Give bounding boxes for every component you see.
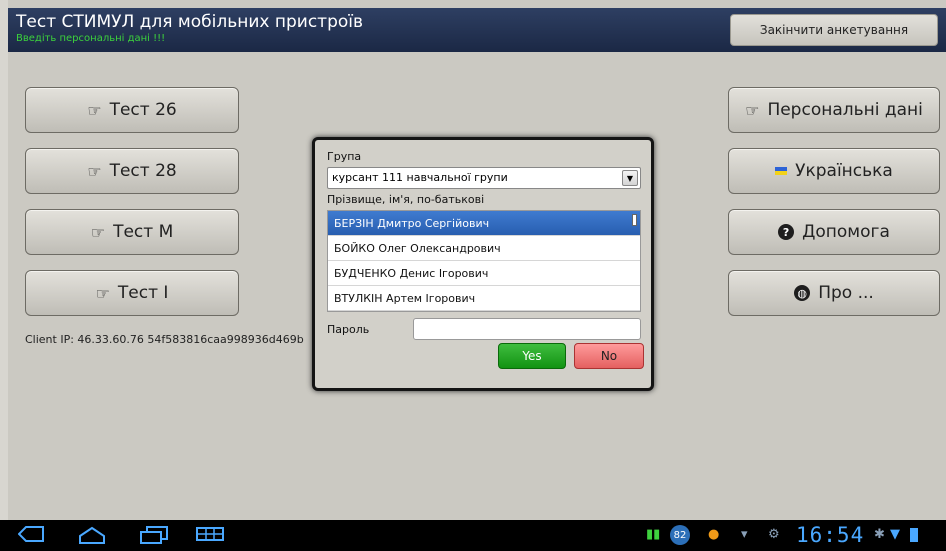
battery-icon [910,528,918,542]
list-scrollbar[interactable] [632,214,637,226]
system-bar: ▮▮ 82 ● ▾ ⚙ 16:54 ✱ ▼ [0,520,946,551]
download-icon[interactable]: ▾ [741,527,748,542]
hand-pointer-icon: ☞ [87,100,102,120]
chevron-down-icon[interactable]: ▼ [622,170,638,186]
home-icon[interactable] [78,526,106,549]
app-subtitle: Введіть персональні дані !!! [16,33,166,44]
help-button[interactable]: ? Допомога [728,209,940,255]
language-button[interactable]: Українська [728,148,940,194]
test-i-button[interactable]: ☞ Тест І [25,270,239,316]
test-28-button[interactable]: ☞ Тест 28 [25,148,239,194]
name-list[interactable]: БЕРЗІН Дмитро Сергійович БОЙКО Олег Олек… [327,210,641,312]
app-title: Тест СТИМУЛ для мобільних пристроїв [16,12,364,32]
personal-data-label: Персональні дані [767,100,923,120]
list-item[interactable]: ВТУЛКІН Артем Ігорович [328,286,640,311]
back-icon[interactable] [17,526,44,547]
personal-data-button[interactable]: ☞ Персональні дані [728,87,940,133]
signal-bars-icon: ▮▮ [646,527,661,542]
language-label: Українська [795,161,893,181]
test-m-label: Тест М [113,222,174,242]
group-label: Група [327,150,362,163]
notification-badge[interactable]: 82 [670,525,690,545]
test-28-label: Тест 28 [109,161,177,181]
clock-text[interactable]: 16:54 [796,523,864,547]
group-select-value: курсант 111 навчальної групи [332,171,508,184]
name-label: Прізвище, ім'я, по-батькові [327,193,485,206]
personal-data-dialog: Група курсант 111 навчальної групи ▼ Прі… [312,137,654,391]
yes-button[interactable]: Yes [498,343,566,369]
group-select[interactable]: курсант 111 навчальної групи ▼ [327,167,641,189]
hand-pointer-icon: ☞ [745,100,760,120]
hand-pointer-icon: ☞ [90,222,106,242]
hand-pointer-icon: ☞ [87,161,102,181]
app-window: Тест СТИМУЛ для мобільних пристроїв Введ… [8,0,946,520]
keyboard-icon[interactable] [196,526,224,547]
hand-pointer-icon: ☞ [95,283,110,303]
list-item[interactable]: БУДЧЕНКО Денис Ігорович [328,261,640,286]
flag-icon [775,167,788,175]
client-ip-text: Client IP: 46.33.60.76 54f583816caa99893… [25,333,304,346]
no-button[interactable]: No [574,343,644,369]
globe-icon: ◍ [794,285,811,301]
list-item[interactable]: БОЙКО Олег Олександрович [328,236,640,261]
recent-apps-icon[interactable] [140,526,168,549]
help-icon: ? [778,224,795,240]
app-notification-icon[interactable]: ● [708,527,719,542]
test-m-button[interactable]: ☞ Тест М [25,209,239,255]
test-i-label: Тест І [117,283,169,303]
test-26-button[interactable]: ☞ Тест 26 [25,87,239,133]
help-label: Допомога [802,222,890,242]
settings-notification-icon[interactable]: ⚙ [768,527,780,542]
bluetooth-icon: ✱ [874,527,885,542]
password-input[interactable] [413,318,641,340]
password-label: Пароль [327,323,370,336]
list-item[interactable]: БЕРЗІН Дмитро Сергійович [328,211,640,236]
wifi-icon: ▼ [890,527,900,542]
about-button[interactable]: ◍ Про ... [728,270,940,316]
finish-survey-button[interactable]: Закінчити анкетування [730,14,938,46]
test-26-label: Тест 26 [109,100,177,120]
about-label: Про ... [818,283,874,303]
title-bar: Тест СТИМУЛ для мобільних пристроїв Введ… [8,8,946,52]
